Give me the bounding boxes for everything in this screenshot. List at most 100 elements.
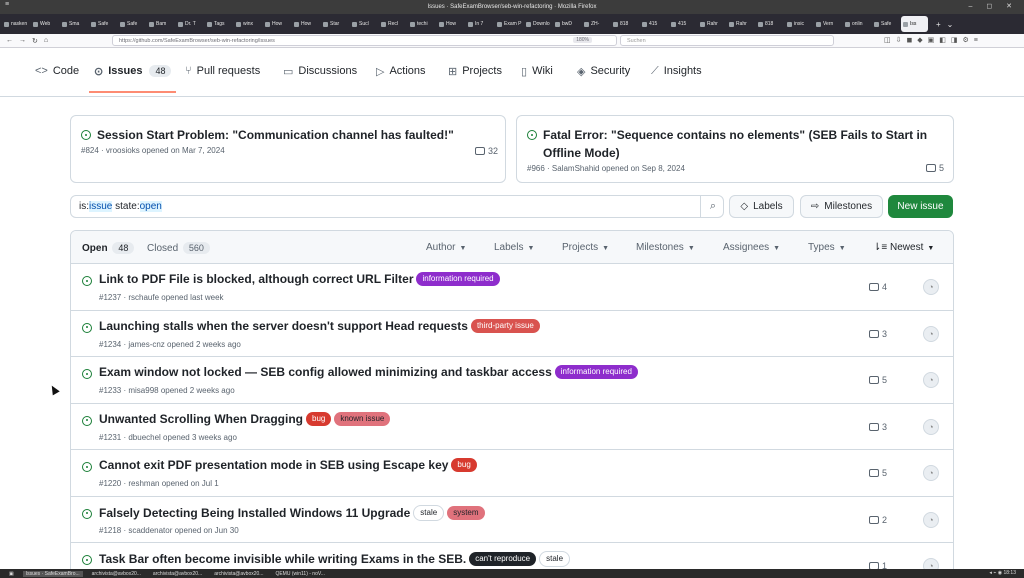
comment-count[interactable]: 32 — [475, 146, 498, 156]
comment-count[interactable]: 5 — [869, 375, 887, 385]
issue-row[interactable]: Cannot exit PDF presentation mode in SEB… — [71, 450, 953, 497]
forward-icon[interactable]: → — [19, 37, 26, 44]
labels-filter-dropdown[interactable]: Labels ▼ — [494, 242, 534, 253]
browser-tab[interactable]: Tags — [205, 16, 232, 32]
avatar[interactable]: ◔ — [923, 372, 939, 388]
browser-tab[interactable]: Rahr — [727, 16, 754, 32]
author-filter-dropdown[interactable]: Author ▼ — [426, 242, 466, 253]
issue-label[interactable]: stale — [539, 551, 571, 567]
issue-row[interactable]: Unwanted Scrolling When Dragging bug known… — [71, 404, 953, 450]
issue-row[interactable]: Launching stalls when the server doesn't… — [71, 311, 953, 357]
browser-tab[interactable]: onlin — [843, 16, 870, 32]
browser-tab[interactable]: How — [263, 16, 290, 32]
browser-tab[interactable]: insic — [785, 16, 812, 32]
start-menu-icon[interactable]: ▣ — [6, 571, 17, 577]
browser-tab[interactable]: Safe — [89, 16, 116, 32]
issue-title[interactable]: Cannot exit PDF presentation mode in SEB… — [99, 458, 448, 472]
issue-label[interactable]: bug — [451, 458, 477, 472]
pinned-issue-title[interactable]: Session Start Problem: "Communication ch… — [97, 126, 454, 144]
browser-tab[interactable]: nasken — [2, 16, 29, 32]
taskbar-item[interactable]: Issues · SafeExamBro... — [22, 570, 83, 577]
new-tab-icon[interactable]: + — [936, 20, 941, 29]
issue-title[interactable]: Falsely Detecting Being Installed Window… — [99, 506, 410, 520]
window-controls[interactable]: – ◻ ✕ — [969, 2, 1018, 10]
pinned-issue-card[interactable]: Fatal Error: "Sequence contains no eleme… — [516, 115, 954, 183]
issue-label[interactable]: system — [447, 505, 485, 520]
tab-security[interactable]: ◈ Security — [577, 65, 630, 93]
browser-toolbar-icons[interactable]: ◫⇩◼◆▣◧◨⚙≡ — [884, 36, 983, 44]
browser-tab[interactable]: In 7 — [466, 16, 493, 32]
browser-tab[interactable]: How — [292, 16, 319, 32]
issue-title[interactable]: Link to PDF File is blocked, although co… — [99, 272, 413, 286]
comment-count[interactable]: 2 — [869, 515, 887, 525]
browser-tab[interactable]: Sma — [60, 16, 87, 32]
browser-search-input[interactable]: Suchen — [620, 35, 834, 46]
issue-label[interactable]: information required — [554, 365, 638, 379]
issue-label[interactable]: third-party issue — [470, 318, 540, 333]
projects-filter-dropdown[interactable]: Projects ▼ — [562, 242, 609, 253]
milestones-button[interactable]: ⇨ Milestones — [800, 195, 883, 218]
issue-title[interactable]: Unwanted Scrolling When Dragging — [99, 412, 303, 426]
issue-label[interactable]: bug — [306, 411, 332, 426]
open-filter-tab[interactable]: Open 48 — [82, 242, 135, 254]
back-icon[interactable]: ← — [6, 37, 13, 44]
closed-filter-tab[interactable]: Closed 560 — [147, 242, 210, 254]
issue-row[interactable]: Falsely Detecting Being Installed Window… — [71, 497, 953, 543]
tab-wiki[interactable]: ▯ Wiki — [521, 65, 553, 93]
tab-pull-requests[interactable]: ⑂ Pull requests — [185, 65, 260, 93]
browser-tab[interactable]: Star — [321, 16, 348, 32]
tab-discussions[interactable]: ▭ Discussions — [283, 65, 357, 93]
browser-tab[interactable]: 818 — [611, 16, 638, 32]
browser-tab[interactable]: Safe — [118, 16, 145, 32]
reload-icon[interactable]: ↻ — [32, 37, 38, 45]
browser-tab[interactable]: Safe — [872, 16, 899, 32]
browser-tab[interactable]: Iss — [901, 16, 928, 32]
browser-tab[interactable]: 415 — [640, 16, 667, 32]
sort-dropdown[interactable]: ⇂≡ Newest ▼ — [873, 242, 934, 253]
browser-tab[interactable]: Bam — [147, 16, 174, 32]
browser-tab[interactable]: ZH- — [582, 16, 609, 32]
comment-count[interactable]: 4 — [869, 282, 887, 292]
tab-issues[interactable]: ⊙ Issues 48 — [89, 65, 177, 93]
tray-icons[interactable]: ◂ ⌁ ◉ — [989, 570, 1003, 576]
browser-tab[interactable]: How — [437, 16, 464, 32]
browser-tab[interactable]: Web — [31, 16, 58, 32]
browser-tab[interactable]: Rahr — [698, 16, 725, 32]
issue-label[interactable]: stale — [413, 504, 445, 521]
browser-tab[interactable]: winx — [234, 16, 261, 32]
milestones-filter-dropdown[interactable]: Milestones ▼ — [636, 242, 695, 253]
issue-title[interactable]: Exam window not locked — SEB config allo… — [99, 365, 552, 379]
taskbar-item[interactable]: archivista@avbox20... — [89, 571, 144, 577]
browser-tab[interactable]: Vern — [814, 16, 841, 32]
search-icon[interactable]: ⌕ — [700, 195, 725, 218]
issue-row[interactable]: Exam window not locked — SEB config allo… — [71, 357, 953, 404]
pinned-issue-card[interactable]: Session Start Problem: "Communication ch… — [70, 115, 506, 183]
comment-count[interactable]: 3 — [869, 422, 887, 432]
pinned-issue-title[interactable]: Fatal Error: "Sequence contains no eleme… — [543, 126, 943, 162]
issue-label[interactable]: information required — [416, 272, 500, 286]
avatar[interactable]: ◔ — [923, 279, 939, 295]
browser-tab[interactable]: 415 — [669, 16, 696, 32]
avatar[interactable]: ◔ — [923, 325, 939, 342]
browser-tab[interactable]: 818 — [756, 16, 783, 32]
issue-search-input[interactable]: is:issue state:open — [70, 195, 724, 218]
avatar[interactable]: ◔ — [923, 465, 939, 481]
tab-code[interactable]: <> Code — [35, 65, 79, 93]
browser-tab[interactable]: Exam P — [495, 16, 522, 32]
url-bar[interactable]: https://github.com/SafeExamBrowser/seb-w… — [112, 35, 617, 46]
issue-title[interactable]: Task Bar often become invisible while wr… — [99, 552, 466, 566]
browser-tab[interactable]: Sucl — [350, 16, 377, 32]
browser-tab[interactable]: bwD — [553, 16, 580, 32]
taskbar-item[interactable]: archivista@avbox20... — [150, 571, 205, 577]
tab-projects[interactable]: ⊞ Projects — [448, 65, 502, 93]
issue-label[interactable]: can't reproduce — [469, 552, 537, 566]
tab-list-icon[interactable]: ⌄ — [947, 20, 954, 29]
issue-title[interactable]: Launching stalls when the server doesn't… — [99, 319, 468, 333]
avatar[interactable]: ◔ — [923, 511, 939, 528]
window-menu-icon[interactable]: ≡ — [5, 1, 9, 8]
taskbar-item[interactable]: archivista@avbox20... — [211, 571, 266, 577]
comment-count[interactable]: 3 — [869, 329, 887, 339]
labels-button[interactable]: ◇ Labels — [729, 195, 794, 218]
browser-tab[interactable]: Dr. T — [176, 16, 203, 32]
issue-row[interactable]: Link to PDF File is blocked, although co… — [71, 264, 953, 311]
